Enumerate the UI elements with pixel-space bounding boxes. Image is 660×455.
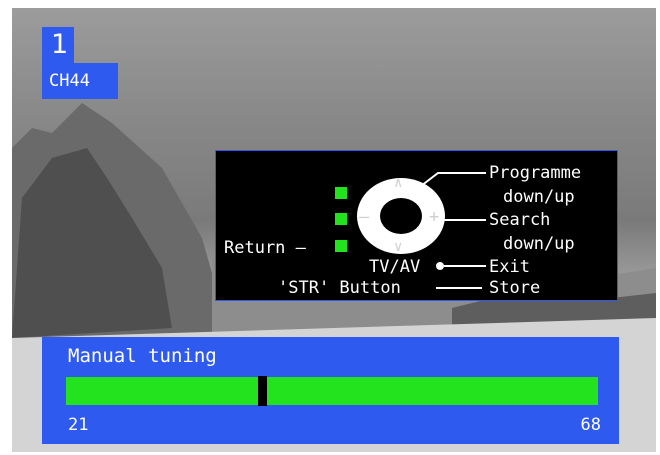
programme-sub-label: down/up — [503, 187, 575, 207]
exit-dot-icon — [436, 262, 444, 270]
tvav-label: TV/AV — [369, 257, 421, 277]
tuning-progress-bar — [66, 376, 598, 406]
pad-down-arrow-icon: ∨ — [394, 239, 403, 255]
programme-leader-line — [420, 172, 486, 187]
store-label: Store — [489, 278, 541, 298]
search-label: Search — [489, 210, 551, 230]
return-label: Return – — [224, 238, 306, 258]
tuning-position-marker — [258, 376, 267, 406]
str-button-label: 'STR' Button — [278, 278, 401, 298]
green-indicator-icon — [335, 187, 347, 199]
pad-up-arrow-icon: ∧ — [394, 175, 403, 191]
exit-label: Exit — [489, 257, 530, 277]
search-sub-label: down/up — [503, 234, 575, 254]
channel-label: CH44 — [42, 63, 118, 99]
tuning-max-value: 68 — [580, 415, 601, 435]
manual-tuning-panel: Manual tuning 21 68 — [42, 337, 619, 444]
tuning-min-value: 21 — [68, 415, 89, 435]
green-indicator-icon — [335, 240, 347, 252]
remote-help-panel: ∧ ∨ – + Programme down/up Search down/up… — [215, 150, 618, 301]
manual-tuning-title: Manual tuning — [68, 345, 217, 367]
green-indicator-icon — [335, 213, 347, 225]
programme-number-badge: 1 — [42, 27, 74, 63]
pad-minus-icon: – — [359, 207, 370, 227]
pad-plus-icon: + — [429, 207, 440, 227]
programme-label: Programme — [489, 163, 582, 183]
